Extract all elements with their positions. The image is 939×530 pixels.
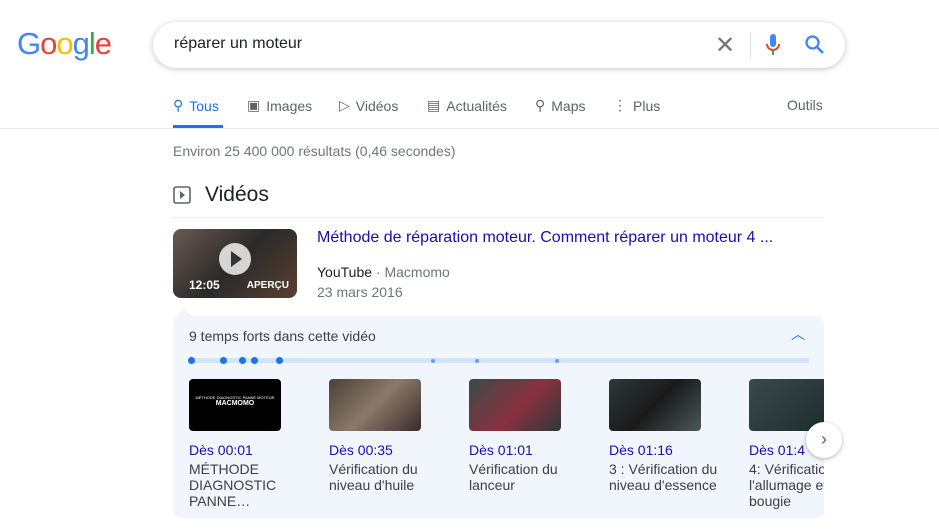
clear-icon[interactable]: ✕ bbox=[715, 31, 735, 60]
video-source: YouTube · Macmomo bbox=[317, 264, 450, 280]
news-icon: ▤ bbox=[427, 97, 441, 113]
divider bbox=[750, 32, 751, 58]
highlight-thumbnail bbox=[469, 379, 561, 431]
panel-pointer bbox=[177, 309, 191, 316]
map-pin-icon: ⚲ bbox=[535, 97, 546, 113]
highlight-card[interactable]: Dès 01:01 Vérification du lanceur bbox=[469, 379, 579, 493]
highlights-timeline[interactable] bbox=[188, 357, 809, 364]
result-stats: Environ 25 400 000 résultats (0,46 secon… bbox=[173, 143, 456, 159]
tab-actualites[interactable]: ▤ Actualités bbox=[427, 97, 507, 114]
timeline-marker[interactable] bbox=[431, 359, 435, 363]
divider bbox=[173, 217, 824, 218]
microphone-icon[interactable] bbox=[765, 34, 781, 56]
tab-plus[interactable]: ⋮ Plus bbox=[613, 97, 660, 114]
highlight-thumbnail bbox=[749, 379, 824, 431]
tools-button[interactable]: Outils bbox=[787, 97, 823, 113]
highlight-thumbnail: MÉTHODE DIAGNOSTIC PANNE MOTEUR MACMOMO bbox=[189, 379, 281, 431]
highlight-card[interactable]: MÉTHODE DIAGNOSTIC PANNE MOTEUR MACMOMO D… bbox=[189, 379, 285, 509]
chevron-right-icon: › bbox=[821, 429, 827, 449]
timeline-marker[interactable] bbox=[220, 357, 227, 364]
timeline-marker[interactable] bbox=[555, 359, 559, 363]
search-box[interactable]: réparer un moteur ✕ bbox=[153, 22, 845, 68]
play-icon bbox=[219, 243, 251, 275]
next-button[interactable]: › bbox=[806, 422, 842, 458]
highlights-title: 9 temps forts dans cette vidéo bbox=[189, 328, 376, 344]
preview-label: APERÇU bbox=[246, 280, 289, 291]
video-thumbnail[interactable]: 12:05 APERÇU bbox=[173, 229, 297, 298]
tab-tous[interactable]: ⚲ Tous bbox=[173, 97, 219, 114]
highlight-thumbnail bbox=[329, 379, 421, 431]
tab-maps[interactable]: ⚲ Maps bbox=[535, 97, 586, 114]
timeline-marker[interactable] bbox=[251, 357, 258, 364]
highlight-card[interactable]: Dès 00:35 Vérification du niveau d'huile bbox=[329, 379, 439, 493]
highlight-card[interactable]: Dès 01:16 3 : Vérification du niveau d'e… bbox=[609, 379, 719, 493]
tab-images[interactable]: ▣ Images bbox=[247, 97, 312, 114]
highlights-panel: 9 temps forts dans cette vidéo ︿ MÉTHODE… bbox=[173, 316, 824, 518]
search-icon[interactable] bbox=[804, 34, 826, 56]
search-input[interactable]: réparer un moteur bbox=[174, 35, 302, 53]
timeline-marker[interactable] bbox=[475, 359, 479, 363]
video-date: 23 mars 2016 bbox=[317, 284, 403, 300]
image-icon: ▣ bbox=[247, 97, 261, 113]
timeline-marker[interactable] bbox=[239, 357, 246, 364]
video-icon: ▷ bbox=[339, 97, 350, 113]
google-logo[interactable]: Google bbox=[17, 26, 112, 62]
timeline-marker[interactable] bbox=[276, 357, 283, 364]
video-duration: 12:05 bbox=[189, 278, 220, 292]
videos-heading: Vidéos bbox=[173, 183, 269, 207]
more-vert-icon: ⋮ bbox=[613, 97, 627, 113]
search-icon: ⚲ bbox=[173, 97, 184, 113]
chevron-up-icon[interactable]: ︿ bbox=[791, 324, 805, 344]
video-title-link[interactable]: Méthode de réparation moteur. Comment ré… bbox=[317, 229, 773, 247]
divider bbox=[0, 128, 939, 129]
tab-videos[interactable]: ▷ Vidéos bbox=[339, 97, 398, 114]
video-icon bbox=[173, 186, 191, 204]
timeline-marker[interactable] bbox=[188, 357, 195, 364]
highlight-thumbnail bbox=[609, 379, 701, 431]
